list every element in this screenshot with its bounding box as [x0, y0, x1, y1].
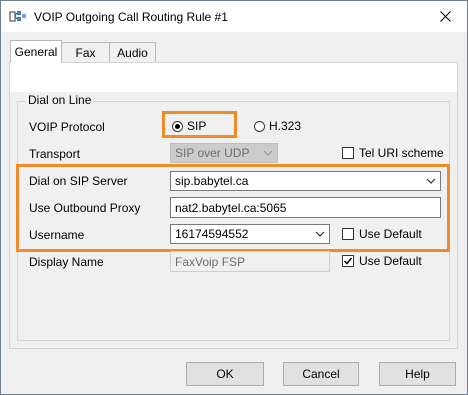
close-button[interactable] — [423, 1, 467, 32]
help-button[interactable]: Help — [379, 362, 456, 386]
transport-select: SIP over UDP — [170, 143, 278, 163]
username-default-label: Use Default — [359, 227, 422, 241]
sip-server-value: sip.babytel.ca — [175, 174, 249, 188]
username-default-checkbox-box[interactable] — [342, 228, 354, 240]
window-title: VOIP Outgoing Call Routing Rule #1 — [34, 10, 228, 24]
voip-protocol-label: VOIP Protocol — [29, 120, 105, 134]
outbound-proxy-value: nat2.babytel.ca:5065 — [175, 200, 287, 215]
chevron-down-icon — [315, 231, 325, 237]
username-value: 16174594552 — [175, 227, 249, 241]
radio-h323[interactable]: H.323 — [254, 119, 301, 133]
tab-general[interactable]: General — [10, 40, 62, 63]
app-icon — [9, 11, 26, 22]
checkmark-icon — [343, 257, 353, 265]
display-name-value: FaxVoip FSP — [175, 254, 246, 269]
tab-audio[interactable]: Audio — [109, 42, 156, 62]
chevron-down-icon — [263, 150, 273, 156]
panel-header-strip — [10, 63, 457, 92]
display-default-checkbox-box[interactable] — [342, 255, 354, 267]
outbound-proxy-label: Use Outbound Proxy — [29, 201, 141, 215]
cancel-button[interactable]: Cancel — [283, 362, 359, 386]
radio-h323-label: H.323 — [269, 119, 302, 133]
chevron-down-icon — [426, 178, 436, 184]
sip-highlight — [162, 111, 237, 138]
tel-uri-checkbox[interactable]: Tel URI scheme — [342, 146, 444, 160]
tel-uri-label: Tel URI scheme — [359, 146, 444, 160]
sip-server-label: Dial on SIP Server — [29, 174, 128, 188]
display-name-input: FaxVoip FSP — [170, 251, 330, 272]
display-default-label: Use Default — [359, 254, 422, 268]
ok-button[interactable]: OK — [186, 362, 264, 386]
display-name-label: Display Name — [29, 255, 104, 269]
tab-fax[interactable]: Fax — [61, 42, 110, 62]
group-legend: Dial on Line — [25, 93, 95, 107]
username-default-checkbox[interactable]: Use Default — [342, 227, 422, 241]
title-bar[interactable]: VOIP Outgoing Call Routing Rule #1 — [1, 1, 467, 32]
display-default-checkbox[interactable]: Use Default — [342, 254, 422, 268]
username-select[interactable]: 16174594552 — [170, 224, 330, 244]
transport-label: Transport — [29, 147, 80, 161]
username-label: Username — [29, 228, 85, 242]
radio-h323-indicator[interactable] — [254, 120, 265, 132]
transport-value: SIP over UDP — [175, 146, 250, 160]
outbound-proxy-input[interactable]: nat2.babytel.ca:5065 — [170, 197, 441, 218]
tel-uri-checkbox-box[interactable] — [342, 147, 354, 159]
close-icon — [439, 11, 451, 22]
sip-server-select[interactable]: sip.babytel.ca — [170, 171, 441, 191]
